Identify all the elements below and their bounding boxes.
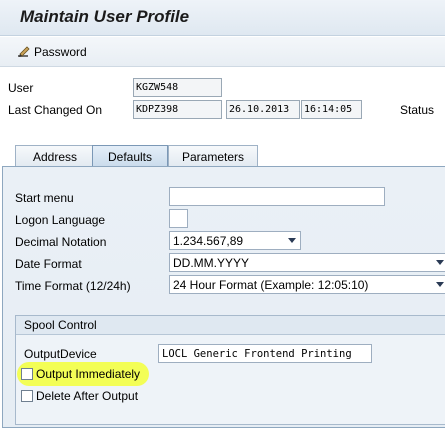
output-immediately-label: Output Immediately xyxy=(36,367,141,381)
spool-control-title: Spool Control xyxy=(16,316,445,335)
last-changed-time-field[interactable]: 16:14:05 xyxy=(301,100,362,119)
chevron-down-icon[interactable] xyxy=(436,260,444,265)
time-format-value: 24 Hour Format (Example: 12:05:10) xyxy=(173,278,369,292)
page-title: Maintain User Profile xyxy=(20,7,190,26)
header-fields: User KGZW548 Last Changed On KDPZ398 26.… xyxy=(0,68,445,138)
status-label: Status xyxy=(400,103,435,117)
tab-defaults[interactable]: Defaults xyxy=(92,145,168,166)
logon-language-input[interactable] xyxy=(169,209,188,228)
title-bar: Maintain User Profile xyxy=(0,0,445,36)
output-immediately-checkbox[interactable]: Output Immediately xyxy=(21,367,140,381)
logon-language-label: Logon Language xyxy=(15,213,106,227)
time-format-label: Time Format (12/24h) xyxy=(15,279,131,293)
date-format-value: DD.MM.YYYY xyxy=(173,256,250,270)
delete-after-output-box[interactable] xyxy=(21,390,33,402)
tab-strip: Address Defaults Parameters xyxy=(0,142,445,166)
user-field[interactable]: KGZW548 xyxy=(133,78,222,97)
delete-after-output-checkbox[interactable]: Delete After Output xyxy=(21,389,138,403)
user-label: User xyxy=(8,81,34,95)
date-format-label: Date Format xyxy=(15,257,82,271)
pencil-icon xyxy=(18,46,30,57)
start-menu-input[interactable] xyxy=(169,187,385,206)
last-changed-date-field[interactable]: 26.10.2013 xyxy=(226,100,300,119)
password-button-label: Password xyxy=(34,45,87,59)
decimal-notation-label: Decimal Notation xyxy=(15,235,107,249)
time-format-select[interactable]: 24 Hour Format (Example: 12:05:10) xyxy=(169,275,445,294)
decimal-notation-value: 1.234.567,89 xyxy=(173,234,244,248)
decimal-notation-select[interactable]: 1.234.567,89 xyxy=(169,231,301,250)
chevron-down-icon[interactable] xyxy=(436,282,444,287)
password-button[interactable]: Password xyxy=(16,43,87,61)
last-changed-by-field[interactable]: KDPZ398 xyxy=(133,100,222,119)
output-device-input[interactable]: LOCL Generic Frontend Printing xyxy=(158,344,372,363)
date-format-select[interactable]: DD.MM.YYYY xyxy=(169,253,445,272)
tab-parameters[interactable]: Parameters xyxy=(168,145,258,166)
last-changed-label: Last Changed On xyxy=(8,103,103,117)
application-toolbar: Password xyxy=(0,37,445,67)
start-menu-label: Start menu xyxy=(15,191,74,205)
tab-address[interactable]: Address xyxy=(15,145,95,166)
output-device-label: OutputDevice xyxy=(24,347,97,361)
chevron-down-icon[interactable] xyxy=(288,238,296,243)
output-immediately-box[interactable] xyxy=(21,368,33,380)
delete-after-output-label: Delete After Output xyxy=(36,389,139,403)
